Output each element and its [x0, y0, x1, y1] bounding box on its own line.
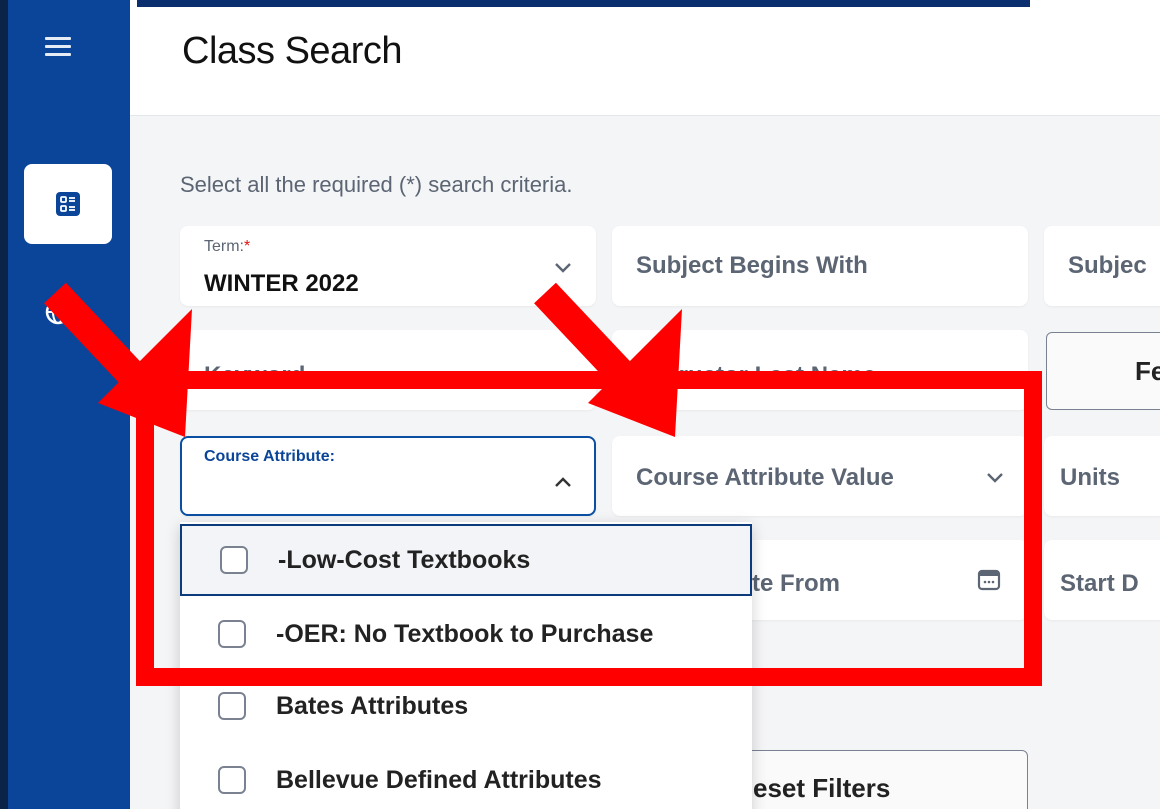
header-bar: Class Search: [130, 0, 1160, 116]
fees-button[interactable]: Fe: [1046, 332, 1160, 410]
term-value: WINTER 2022: [204, 270, 359, 297]
subject-placeholder: Subjec: [1068, 252, 1147, 279]
subject-field[interactable]: Subjec: [1044, 226, 1160, 306]
units-placeholder: Units: [1060, 464, 1120, 491]
option-label: Bellevue Defined Attributes: [276, 765, 602, 794]
subject-begins-placeholder: Subject Begins With: [636, 252, 868, 279]
term-label: Term:*: [204, 238, 250, 256]
keyword-field[interactable]: Keyword: [180, 330, 596, 410]
chevron-up-icon: [555, 477, 571, 487]
course-attribute-label: Course Attribute:: [204, 448, 335, 465]
course-attribute-select[interactable]: Course Attribute:: [180, 436, 596, 516]
option-label: -Low-Cost Textbooks: [278, 545, 531, 574]
dropdown-option[interactable]: -OER: No Textbook to Purchase: [180, 598, 752, 670]
reset-filters-label: eset Filters: [753, 772, 891, 803]
keyword-placeholder: Keyword: [204, 362, 306, 389]
window-edge: [0, 0, 8, 809]
course-attribute-value-placeholder: Course Attribute Value: [636, 464, 894, 491]
term-select[interactable]: Term:* WINTER 2022: [180, 226, 596, 306]
menu-icon[interactable]: [45, 37, 71, 59]
page: Class Search Select all the required (*)…: [0, 0, 1160, 809]
units-field[interactable]: Units: [1044, 436, 1160, 516]
sidebar-item-class-search[interactable]: [24, 164, 112, 244]
fees-button-label: Fe: [1135, 355, 1160, 386]
chevron-down-icon: [555, 263, 571, 273]
start-date-from-placeholder: te From: [752, 570, 841, 597]
required-mark: *: [244, 238, 251, 255]
header-accent-bar: [137, 0, 1030, 7]
instructor-last-name-field[interactable]: Instructor Last Name: [612, 330, 1028, 410]
dropdown-option[interactable]: -Low-Cost Textbooks: [180, 524, 752, 596]
term-label-text: Term:: [204, 238, 244, 255]
checkbox-icon[interactable]: [218, 620, 246, 648]
start-date-placeholder: Start D: [1060, 570, 1139, 597]
start-date-to-field[interactable]: Start D: [1044, 540, 1160, 620]
dropdown-option[interactable]: Bellevue Defined Attributes: [180, 744, 752, 809]
option-label: -OER: No Textbook to Purchase: [276, 619, 654, 648]
checkbox-icon[interactable]: [218, 692, 246, 720]
class-search-icon: [56, 192, 80, 216]
instructions-text: Select all the required (*) search crite…: [180, 172, 573, 197]
dropdown-option[interactable]: Bates Attributes: [180, 670, 752, 742]
instructor-placeholder: Instructor Last Name: [636, 362, 877, 389]
course-attribute-dropdown: -Low-Cost Textbooks -OER: No Textbook to…: [180, 522, 752, 809]
sidebar: [8, 0, 130, 809]
calendar-icon[interactable]: [976, 566, 1002, 592]
globe-icon[interactable]: [44, 298, 72, 326]
subject-begins-with-field[interactable]: Subject Begins With: [612, 226, 1028, 306]
course-attribute-value-select[interactable]: Course Attribute Value: [612, 436, 1028, 516]
checkbox-icon[interactable]: [218, 766, 246, 794]
checkbox-icon[interactable]: [220, 546, 248, 574]
chevron-down-icon: [987, 473, 1003, 483]
page-title: Class Search: [182, 30, 402, 72]
option-label: Bates Attributes: [276, 691, 469, 720]
